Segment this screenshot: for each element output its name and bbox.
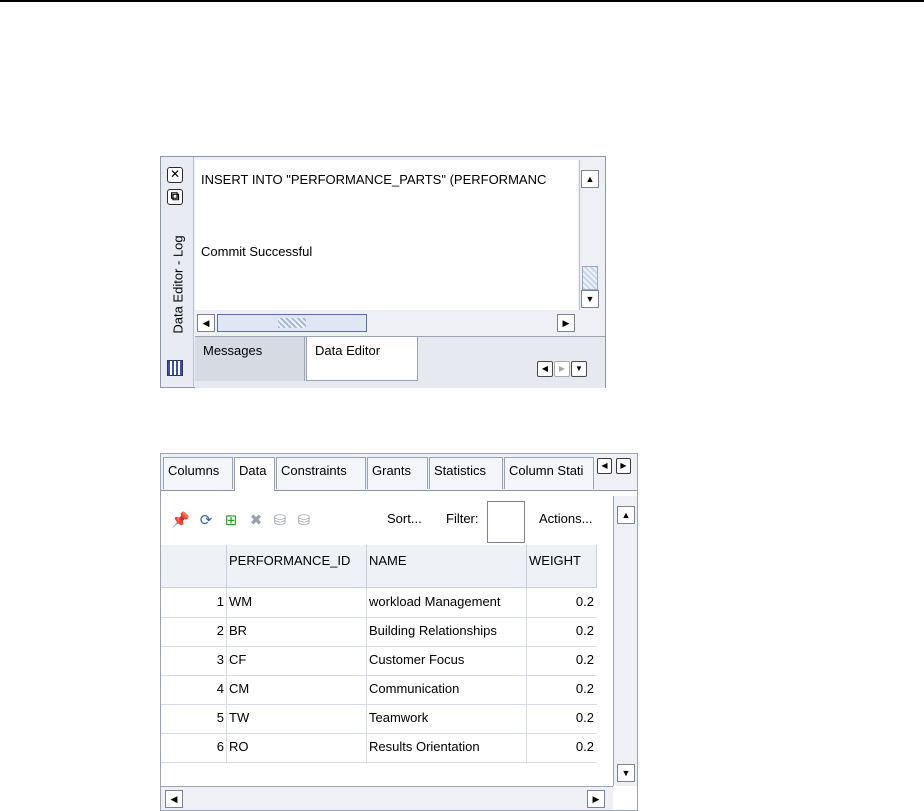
scroll-down-icon[interactable]: ▼ — [617, 764, 635, 782]
pin-icon[interactable]: 📌 — [171, 512, 190, 530]
commit-icon[interactable]: ⛁ — [271, 512, 289, 530]
cell-weight[interactable]: 0.2 — [527, 675, 597, 704]
table-row[interactable]: 6 RO Results Orientation 0.2 — [161, 733, 597, 763]
row-number: 4 — [161, 675, 227, 704]
log-panel-title: Data Editor - Log — [170, 235, 186, 334]
scroll-up-icon[interactable]: ▲ — [617, 506, 635, 524]
log-horizontal-scrollbar[interactable]: ◀ ▶ — [195, 312, 579, 334]
table-row[interactable]: 2 BR Building Relationships 0.2 — [161, 617, 597, 647]
cell-performance-id[interactable]: RO — [227, 733, 367, 762]
scroll-down-icon[interactable]: ▼ — [581, 290, 599, 308]
tab-statistics[interactable]: Statistics — [429, 457, 503, 489]
row-number: 1 — [161, 588, 227, 617]
tab-scroll-left-icon[interactable]: ◀ — [597, 458, 612, 474]
row-number: 2 — [161, 617, 227, 646]
delete-row-icon[interactable]: ✖ — [247, 512, 265, 530]
column-header-weight[interactable]: WEIGHT — [527, 545, 597, 587]
scroll-left-icon[interactable]: ◀ — [197, 314, 215, 332]
sort-button[interactable]: Sort... — [387, 511, 422, 526]
cell-performance-id[interactable]: TW — [227, 704, 367, 733]
chart-icon[interactable] — [167, 360, 183, 376]
insert-row-icon[interactable]: ⊞ — [222, 512, 240, 530]
table-row[interactable]: 4 CM Communication 0.2 — [161, 675, 597, 705]
column-header-name[interactable]: NAME — [367, 545, 527, 587]
cell-name[interactable]: Building Relationships — [367, 617, 527, 646]
tab-list-dropdown-icon[interactable]: ▼ — [571, 361, 587, 377]
row-number: 3 — [161, 646, 227, 675]
grid-header: PERFORMANCE_ID NAME WEIGHT — [161, 545, 597, 588]
log-output-area[interactable]: INSERT INTO "PERFORMANCE_PARTS" (PERFORM… — [195, 160, 578, 310]
table-tab-bar: Columns Data Constraints Grants Statisti… — [161, 454, 637, 491]
actions-button[interactable]: Actions... — [539, 511, 592, 526]
grid-horizontal-scrollbar[interactable]: ◀ ▶ — [161, 786, 613, 810]
filter-input[interactable] — [487, 501, 525, 543]
log-side-bar: ✕ ⧉ Data Editor - Log — [161, 157, 194, 387]
tab-grants[interactable]: Grants — [367, 457, 428, 489]
cell-weight[interactable]: 0.2 — [527, 646, 597, 675]
tab-data-editor[interactable]: Data Editor — [306, 337, 418, 381]
row-number-header — [161, 545, 227, 587]
top-divider — [0, 0, 924, 2]
table-row[interactable]: 1 WM workload Management 0.2 — [161, 588, 597, 618]
tab-data[interactable]: Data — [234, 457, 275, 491]
tab-scroll-right-icon[interactable]: ▶ — [554, 361, 570, 377]
log-line: INSERT INTO "PERFORMANCE_PARTS" (PERFORM… — [201, 172, 547, 187]
tab-constraints[interactable]: Constraints — [276, 457, 366, 489]
table-row[interactable]: 5 TW Teamwork 0.2 — [161, 704, 597, 734]
column-header-performance-id[interactable]: PERFORMANCE_ID — [227, 545, 367, 587]
filter-label: Filter: — [446, 511, 479, 526]
cell-weight[interactable]: 0.2 — [527, 588, 597, 617]
row-number: 6 — [161, 733, 227, 762]
scroll-thumb[interactable] — [217, 314, 367, 332]
grid-body: 1 WM workload Management 0.2 2 BR Buildi… — [161, 588, 597, 778]
scroll-up-icon[interactable]: ▲ — [581, 170, 599, 188]
scroll-left-icon[interactable]: ◀ — [165, 790, 183, 808]
cell-name[interactable]: Teamwork — [367, 704, 527, 733]
cell-name[interactable]: Customer Focus — [367, 646, 527, 675]
tab-scroll-left-icon[interactable]: ◀ — [537, 361, 553, 377]
cell-weight[interactable]: 0.2 — [527, 617, 597, 646]
tab-columns[interactable]: Columns — [163, 457, 233, 489]
cell-performance-id[interactable]: WM — [227, 588, 367, 617]
rollback-icon[interactable]: ⛁ — [295, 512, 313, 530]
tab-column-statistics[interactable]: Column Stati — [504, 457, 594, 489]
data-editor-log-panel: ✕ ⧉ Data Editor - Log INSERT INTO "PERFO… — [160, 156, 606, 388]
tab-scroll-right-icon[interactable]: ▶ — [616, 458, 631, 474]
log-line: Commit Successful — [201, 244, 313, 259]
scroll-thumb[interactable] — [582, 266, 598, 290]
restore-icon[interactable]: ⧉ — [167, 189, 183, 205]
cell-weight[interactable]: 0.2 — [527, 733, 597, 762]
cell-name[interactable]: Results Orientation — [367, 733, 527, 762]
table-editor-panel: Columns Data Constraints Grants Statisti… — [160, 453, 638, 811]
cell-performance-id[interactable]: CF — [227, 646, 367, 675]
refresh-icon[interactable]: ⟳ — [197, 512, 215, 530]
grid-vertical-scrollbar[interactable]: ▲ ▼ — [613, 496, 637, 786]
cell-weight[interactable]: 0.2 — [527, 704, 597, 733]
cell-performance-id[interactable]: BR — [227, 617, 367, 646]
log-tab-bar: Messages Data Editor ◀ ▶ ▼ — [195, 336, 605, 388]
scroll-right-icon[interactable]: ▶ — [557, 314, 575, 332]
close-icon[interactable]: ✕ — [167, 167, 183, 183]
cell-performance-id[interactable]: CM — [227, 675, 367, 704]
cell-name[interactable]: workload Management — [367, 588, 527, 617]
log-vertical-scrollbar[interactable]: ▲ ▼ — [579, 160, 600, 310]
scroll-right-icon[interactable]: ▶ — [587, 790, 605, 808]
cell-name[interactable]: Communication — [367, 675, 527, 704]
tab-messages[interactable]: Messages — [195, 337, 305, 381]
table-row[interactable]: 3 CF Customer Focus 0.2 — [161, 646, 597, 676]
row-number: 5 — [161, 704, 227, 733]
